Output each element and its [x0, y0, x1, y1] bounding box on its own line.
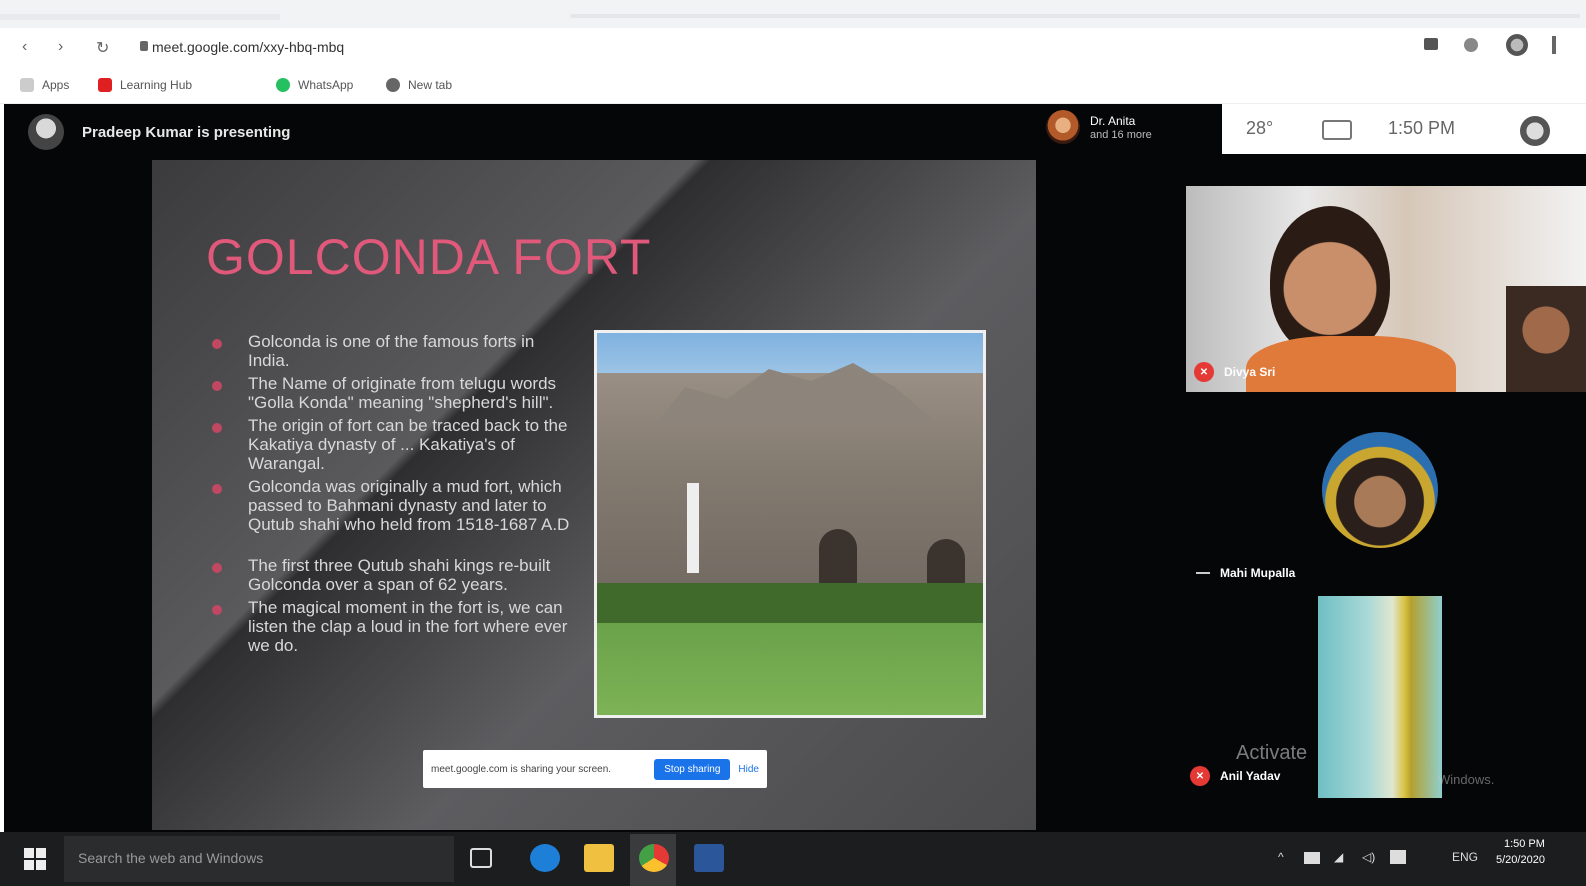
whatsapp-icon: [276, 78, 290, 92]
presenter-avatar: [28, 114, 64, 150]
slide-bullet-list: Golconda is one of the famous forts in I…: [210, 332, 580, 659]
bookmark-learning[interactable]: Learning Hub: [98, 78, 192, 92]
reload-icon[interactable]: ↻: [96, 38, 109, 58]
tray-chevron-icon[interactable]: ^: [1278, 850, 1284, 864]
task-view-icon[interactable]: [470, 848, 492, 868]
bookmark-apps[interactable]: Apps: [20, 78, 69, 92]
self-tile[interactable]: Dr. Anita and 16 more: [1046, 110, 1152, 144]
participant-name: Anil Yadav: [1220, 769, 1281, 783]
apps-icon: [20, 78, 34, 92]
participant-body: [1246, 336, 1456, 392]
activate-windows-watermark: Activate: [1236, 742, 1308, 764]
overlay-avatar[interactable]: [1520, 116, 1550, 146]
bookmark-newtab[interactable]: New tab: [386, 78, 452, 92]
self-avatar: [1046, 110, 1080, 144]
network-icon[interactable]: ◢: [1334, 850, 1343, 864]
participant-label: ✕ Anil Yadav: [1190, 766, 1280, 786]
overlay-time: 1:50 PM: [1388, 118, 1456, 138]
chrome-icon[interactable]: [639, 844, 669, 872]
bookmark-label: WhatsApp: [298, 78, 354, 92]
browser-tabstrip: [0, 0, 1586, 28]
tab-area-right: [570, 14, 1580, 18]
slide-bullet: The magical moment in the fort is, we ca…: [210, 598, 580, 655]
self-name: Dr. Anita: [1090, 113, 1136, 128]
back-icon[interactable]: ‹: [22, 38, 27, 56]
notification-icon[interactable]: [1322, 120, 1352, 140]
share-banner-text: meet.google.com is sharing your screen.: [431, 763, 612, 775]
bookmarks-bar: [0, 68, 1586, 104]
chat-icon[interactable]: [1390, 850, 1406, 864]
taskbar-clock[interactable]: 1:50 PM 5/20/2020: [1496, 836, 1545, 868]
hide-button[interactable]: Hide: [738, 764, 759, 775]
slide-bullet: Golconda was originally a mud fort, whic…: [210, 477, 580, 534]
self-sub: and 16 more: [1090, 128, 1152, 141]
fort-photo: [594, 330, 986, 718]
participant-name: Divya Sri: [1224, 365, 1276, 379]
participant-label: ✕ Divya Sri: [1194, 362, 1275, 382]
volume-icon[interactable]: ◁): [1362, 850, 1375, 864]
clock-date: 5/20/2020: [1496, 854, 1545, 866]
menu-icon[interactable]: [1552, 36, 1556, 54]
globe-icon: [386, 78, 400, 92]
mic-off-icon: ✕: [1190, 766, 1210, 786]
edge-icon[interactable]: [530, 844, 560, 872]
stop-sharing-button[interactable]: Stop sharing: [654, 758, 731, 780]
clock-time: 1:50 PM: [1503, 838, 1545, 850]
audio-level-icon: [1196, 572, 1210, 574]
slide-bullet: The first three Qutub shahi kings re-bui…: [210, 556, 580, 594]
lock-icon: [140, 41, 148, 51]
windows-start-icon[interactable]: [24, 848, 46, 870]
participant-tile-video[interactable]: [1318, 596, 1442, 798]
participant-label: Mahi Mupalla: [1196, 566, 1295, 580]
slide-title: GOLCONDA FORT: [206, 229, 652, 285]
participant-background-person: [1506, 286, 1586, 392]
bookmark-label: New tab: [408, 78, 453, 92]
youtube-icon: [98, 78, 112, 92]
weather-temp: 28°: [1246, 118, 1274, 138]
presenting-text: Pradeep Kumar is presenting: [82, 123, 291, 141]
forward-icon[interactable]: ›: [58, 38, 63, 56]
photo-lawn: [597, 623, 983, 715]
bookmark-label: Learning Hub: [120, 78, 193, 92]
activate-windows-sub: Windows.: [1438, 772, 1495, 787]
bookmark-whatsapp[interactable]: WhatsApp: [276, 78, 353, 92]
slide-bullet: Golconda is one of the famous forts in I…: [210, 332, 580, 370]
participant-avatar[interactable]: [1322, 432, 1438, 548]
slide-bullet: The Name of originate from telugu words …: [210, 374, 580, 412]
participant-face: [1270, 206, 1390, 356]
screen-share-banner: meet.google.com is sharing your screen. …: [423, 750, 767, 788]
battery-icon[interactable]: [1304, 852, 1320, 864]
profile-avatar[interactable]: [1506, 34, 1528, 56]
bookmark-label: Apps: [42, 78, 70, 92]
tab-area[interactable]: [0, 14, 280, 20]
photo-pillar: [687, 483, 699, 573]
mic-off-icon: ✕: [1194, 362, 1214, 382]
participant-name: Mahi Mupalla: [1220, 566, 1296, 580]
cast-icon[interactable]: [1424, 38, 1438, 50]
word-icon[interactable]: [694, 844, 724, 872]
photo-arch: [819, 529, 857, 585]
slide-bullet: The origin of fort can be traced back to…: [210, 416, 580, 473]
language-indicator[interactable]: ENG: [1452, 850, 1478, 864]
star-icon[interactable]: [1464, 38, 1478, 52]
url-field[interactable]: meet.google.com/xxy-hbq-mbq: [152, 39, 344, 55]
taskbar-search-box[interactable]: Search the web and Windows: [64, 836, 454, 882]
presenting-bar: Pradeep Kumar is presenting: [28, 114, 290, 150]
file-explorer-icon[interactable]: [584, 844, 614, 872]
